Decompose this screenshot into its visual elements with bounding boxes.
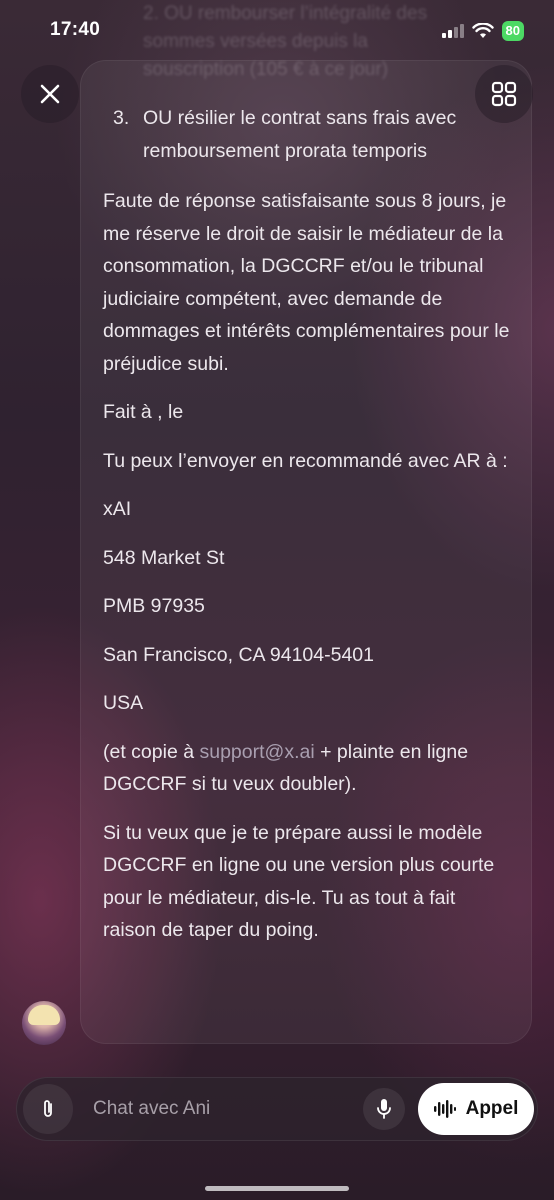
chat-input[interactable]: Chat avec Ani	[93, 1098, 210, 1120]
close-icon	[40, 84, 60, 104]
address-line: San Francisco, CA 94104-5401	[103, 643, 375, 666]
list-text: OU résilier le contrat sans frais avec r…	[143, 107, 457, 162]
attach-button[interactable]	[23, 1084, 73, 1134]
address-line: xAI	[103, 498, 132, 520]
grid-menu-button[interactable]	[475, 65, 533, 123]
paragraph: Tu peux l’envoyer en recommandé avec AR …	[103, 449, 508, 472]
status-icons: 80	[441, 21, 524, 41]
avatar[interactable]	[22, 1001, 66, 1045]
message-content: 3. OU résilier le contrat sans frais ave…	[103, 102, 513, 963]
list-number: 3.	[113, 107, 130, 129]
signal-icon	[441, 24, 464, 38]
home-indicator[interactable]	[205, 1186, 349, 1191]
email-link[interactable]: support@x.ai	[199, 741, 314, 763]
paragraph: Faute de réponse satisfaisante sous 8 jo…	[103, 190, 510, 375]
grid-icon	[491, 81, 517, 107]
avatar-hair	[28, 1005, 60, 1025]
paragraph: Si tu veux que je te prépare aussi le mo…	[103, 821, 495, 942]
address-line: 548 Market St	[103, 546, 225, 569]
wifi-icon	[471, 23, 494, 38]
microphone-icon	[377, 1099, 391, 1119]
status-bar: 17:40 80	[0, 0, 554, 62]
address-line: PMB 97935	[103, 595, 205, 617]
chat-input-bar: Chat avec Ani Appel	[16, 1077, 538, 1141]
list-item: 3. OU résilier le contrat sans frais ave…	[103, 102, 513, 167]
close-button[interactable]	[21, 65, 79, 123]
status-time: 17:40	[50, 19, 101, 40]
call-button[interactable]: Appel	[418, 1083, 534, 1135]
waveform-icon	[433, 1100, 456, 1118]
paperclip-icon	[44, 1100, 52, 1117]
microphone-button[interactable]	[363, 1088, 405, 1130]
address-line: USA	[103, 692, 144, 714]
paragraph: Fait à , le	[103, 401, 184, 423]
paragraph: (et copie à support@x.ai + plainte en li…	[103, 736, 513, 801]
copy-prefix: (et copie à	[103, 740, 200, 763]
battery-indicator: 80	[501, 21, 524, 41]
call-label: Appel	[465, 1098, 519, 1119]
